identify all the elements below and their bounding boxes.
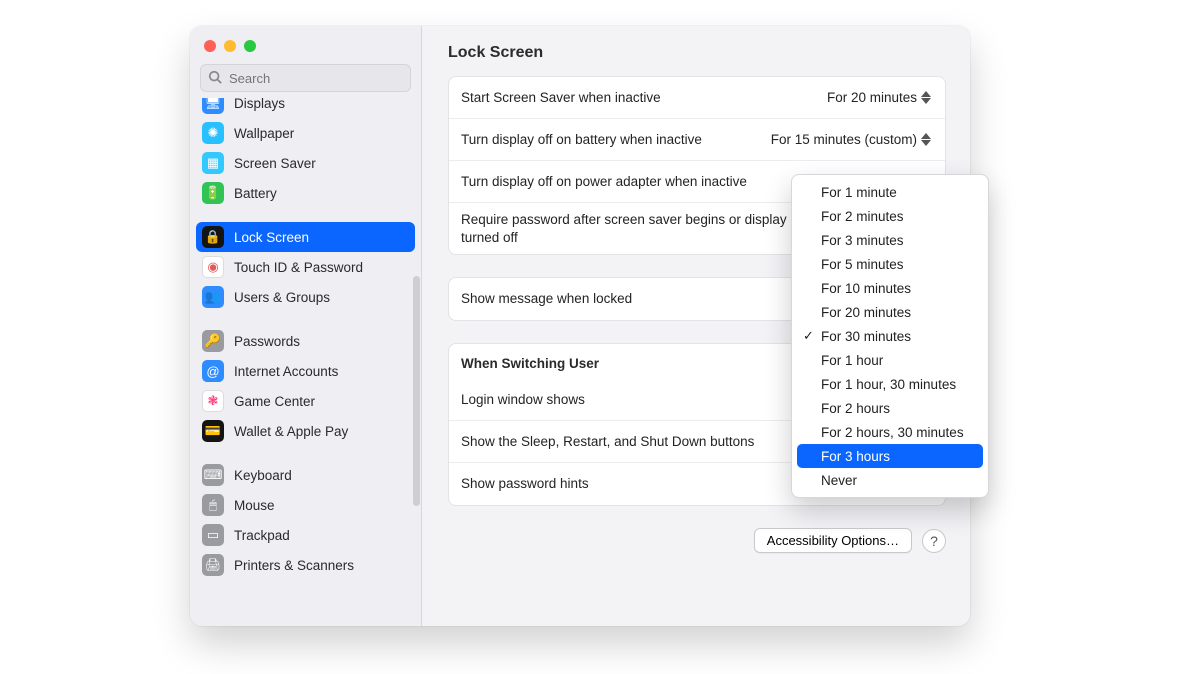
- sidebar-item-label: Battery: [234, 186, 277, 201]
- sidebar-item-displays[interactable]: 🖥 Displays: [196, 98, 415, 118]
- value-text: For 20 minutes: [827, 90, 917, 105]
- sidebar: 🖥 Displays ✺ Wallpaper ▦ Screen Saver 🔋 Battery…: [190, 26, 422, 626]
- value-text: For 15 minutes (custom): [771, 132, 917, 147]
- row-label: Show password hints: [461, 475, 589, 493]
- popup-option[interactable]: For 1 hour: [797, 348, 983, 372]
- mouse-icon: 🖱: [202, 494, 224, 516]
- row-label: Turn display off on battery when inactiv…: [461, 131, 702, 149]
- sidebar-item-printers-scanners[interactable]: 🖨 Printers & Scanners: [196, 550, 415, 580]
- row-label: Turn display off on power adapter when i…: [461, 173, 747, 191]
- sidebar-item-game-center[interactable]: ❃ Game Center: [196, 386, 415, 416]
- sidebar-item-passwords[interactable]: 🔑 Passwords: [196, 326, 415, 356]
- sidebar-list: 🖥 Displays ✺ Wallpaper ▦ Screen Saver 🔋 Battery…: [190, 98, 421, 626]
- popup-option[interactable]: For 5 minutes: [797, 252, 983, 276]
- sidebar-item-label: Game Center: [234, 394, 315, 409]
- system-settings-window: 🖥 Displays ✺ Wallpaper ▦ Screen Saver 🔋 Battery…: [190, 26, 970, 626]
- screensaver-value-popup[interactable]: For 20 minutes: [827, 89, 933, 107]
- popup-option[interactable]: For 2 hours: [797, 396, 983, 420]
- battery-icon: 🔋: [202, 182, 224, 204]
- sidebar-item-battery[interactable]: 🔋 Battery: [196, 178, 415, 208]
- search-input[interactable]: [200, 64, 411, 92]
- popup-option[interactable]: For 20 minutes: [797, 300, 983, 324]
- sidebar-separator: [196, 312, 415, 326]
- sidebar-item-label: Touch ID & Password: [234, 260, 363, 275]
- touch-id-password-icon: ◉: [202, 256, 224, 278]
- sidebar-item-label: Printers & Scanners: [234, 558, 354, 573]
- popup-stepper-icon: [921, 89, 933, 107]
- sidebar-item-label: Passwords: [234, 334, 300, 349]
- popup-option[interactable]: For 2 minutes: [797, 204, 983, 228]
- trackpad-icon: ▭: [202, 524, 224, 546]
- users-groups-icon: 👥: [202, 286, 224, 308]
- sidebar-item-wallet-apple-pay[interactable]: 💳 Wallet & Apple Pay: [196, 416, 415, 446]
- row-label: Require password after screen saver begi…: [461, 211, 801, 246]
- page-title: Lock Screen: [448, 44, 946, 62]
- lock-screen-icon: 🔒: [202, 226, 224, 248]
- search-icon: [208, 70, 222, 84]
- close-window-button[interactable]: [204, 40, 216, 52]
- sidebar-item-trackpad[interactable]: ▭ Trackpad: [196, 520, 415, 550]
- popup-option[interactable]: For 1 hour, 30 minutes: [797, 372, 983, 396]
- game-center-icon: ❃: [202, 390, 224, 412]
- row-label: Show message when locked: [461, 290, 632, 308]
- window-controls: [190, 26, 421, 64]
- keyboard-icon: ⌨: [202, 464, 224, 486]
- popup-option[interactable]: For 30 minutes: [797, 324, 983, 348]
- accessibility-options-button[interactable]: Accessibility Options…: [754, 528, 912, 553]
- sidebar-item-label: Wallet & Apple Pay: [234, 424, 348, 439]
- sidebar-separator: [196, 446, 415, 460]
- sidebar-item-label: Trackpad: [234, 528, 290, 543]
- sidebar-item-label: Keyboard: [234, 468, 292, 483]
- sidebar-item-lock-screen[interactable]: 🔒 Lock Screen: [196, 222, 415, 252]
- help-button[interactable]: ?: [922, 529, 946, 553]
- wallet-apple-pay-icon: 💳: [202, 420, 224, 442]
- sidebar-item-users-groups[interactable]: 👥 Users & Groups: [196, 282, 415, 312]
- wallpaper-icon: ✺: [202, 122, 224, 144]
- row-screensaver: Start Screen Saver when inactive For 20 …: [449, 77, 945, 119]
- row-battery-display-off: Turn display off on battery when inactiv…: [449, 119, 945, 161]
- sidebar-item-label: Screen Saver: [234, 156, 316, 171]
- search-field-wrap: [200, 64, 411, 92]
- sidebar-item-label: Wallpaper: [234, 126, 294, 141]
- row-label: Start Screen Saver when inactive: [461, 89, 661, 107]
- sidebar-separator: [196, 208, 415, 222]
- internet-accounts-icon: @: [202, 360, 224, 382]
- minimize-window-button[interactable]: [224, 40, 236, 52]
- sidebar-item-internet-accounts[interactable]: @ Internet Accounts: [196, 356, 415, 386]
- sidebar-item-label: Internet Accounts: [234, 364, 338, 379]
- footer: Accessibility Options… ?: [448, 528, 946, 553]
- sidebar-item-mouse[interactable]: 🖱 Mouse: [196, 490, 415, 520]
- duration-popup-menu[interactable]: For 1 minuteFor 2 minutesFor 3 minutesFo…: [791, 174, 989, 498]
- sidebar-item-wallpaper[interactable]: ✺ Wallpaper: [196, 118, 415, 148]
- sidebar-item-touch-id-password[interactable]: ◉ Touch ID & Password: [196, 252, 415, 282]
- popup-option[interactable]: For 10 minutes: [797, 276, 983, 300]
- row-label: Login window shows: [461, 391, 585, 409]
- zoom-window-button[interactable]: [244, 40, 256, 52]
- passwords-icon: 🔑: [202, 330, 224, 352]
- popup-stepper-icon: [921, 131, 933, 149]
- popup-option[interactable]: For 2 hours, 30 minutes: [797, 420, 983, 444]
- sidebar-item-keyboard[interactable]: ⌨ Keyboard: [196, 460, 415, 490]
- sidebar-item-label: Displays: [234, 98, 285, 111]
- row-label: Show the Sleep, Restart, and Shut Down b…: [461, 433, 754, 451]
- screen-saver-icon: ▦: [202, 152, 224, 174]
- sidebar-scrollbar[interactable]: [413, 276, 420, 506]
- sidebar-item-label: Users & Groups: [234, 290, 330, 305]
- popup-option[interactable]: For 3 hours: [797, 444, 983, 468]
- popup-option[interactable]: For 3 minutes: [797, 228, 983, 252]
- printers-scanners-icon: 🖨: [202, 554, 224, 576]
- sidebar-item-screen-saver[interactable]: ▦ Screen Saver: [196, 148, 415, 178]
- popup-option[interactable]: For 1 minute: [797, 180, 983, 204]
- popup-option[interactable]: Never: [797, 468, 983, 492]
- battery-value-popup[interactable]: For 15 minutes (custom): [771, 131, 933, 149]
- sidebar-item-label: Lock Screen: [234, 230, 309, 245]
- sidebar-item-label: Mouse: [234, 498, 275, 513]
- displays-icon: 🖥: [202, 98, 224, 114]
